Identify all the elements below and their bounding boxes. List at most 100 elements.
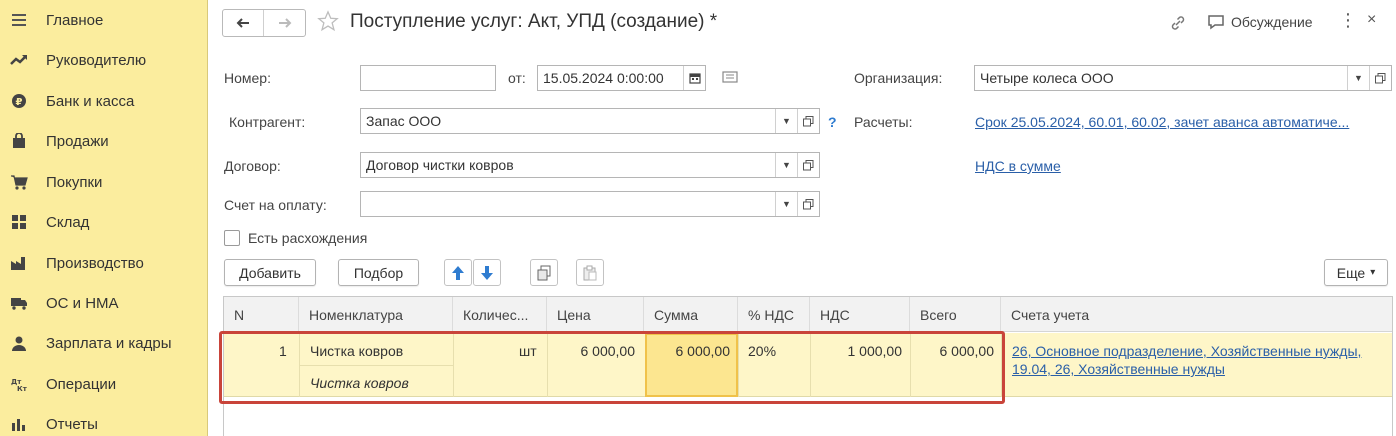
link-icon[interactable] bbox=[1169, 14, 1187, 35]
bar-chart-icon bbox=[10, 415, 28, 433]
column-header[interactable]: Счета учета bbox=[1001, 297, 1394, 332]
pick-button-label: Подбор bbox=[353, 264, 404, 281]
counterparty-field[interactable]: Запас ООО ▼ bbox=[360, 108, 820, 134]
sidebar-item-bank[interactable]: ₽ Банк и касса bbox=[0, 81, 208, 121]
copy-row-button[interactable] bbox=[530, 259, 558, 286]
sidebar-item-assets[interactable]: ОС и НМА bbox=[0, 283, 208, 323]
sidebar-item-warehouse[interactable]: Склад bbox=[0, 202, 208, 242]
arrow-left-icon bbox=[236, 18, 249, 28]
date-from-label: от: bbox=[508, 70, 526, 86]
column-header[interactable]: N bbox=[224, 297, 299, 332]
organization-field[interactable]: Четыре колеса ООО ▼ bbox=[974, 65, 1392, 91]
arrow-down-icon bbox=[481, 265, 493, 280]
calendar-icon[interactable] bbox=[683, 66, 705, 90]
sidebar-item-label: Склад bbox=[46, 213, 90, 231]
sidebar-item-label: Зарплата и кадры bbox=[46, 334, 172, 352]
move-down-button[interactable] bbox=[473, 259, 501, 286]
discrepancy-checkbox[interactable] bbox=[224, 230, 240, 246]
sidebar: Главное Руководителю ₽ Банк и касса Прод… bbox=[0, 0, 208, 436]
back-button[interactable] bbox=[223, 10, 265, 36]
highlight-frame bbox=[219, 331, 1005, 404]
paste-row-button[interactable] bbox=[576, 259, 604, 286]
sidebar-item-label: Продажи bbox=[46, 132, 109, 150]
counterparty-value: Запас ООО bbox=[366, 113, 442, 129]
dt-kt-icon: Дт Кт bbox=[10, 375, 28, 393]
more-actions-button[interactable]: Еще ▾ bbox=[1324, 259, 1388, 286]
sidebar-item-label: Отчеты bbox=[46, 415, 98, 433]
svg-text:Кт: Кт bbox=[17, 385, 28, 392]
more-menu-icon[interactable]: ⋮ bbox=[1339, 11, 1357, 29]
chevron-down-icon[interactable]: ▼ bbox=[775, 192, 797, 216]
discussion-label: Обсуждение bbox=[1231, 14, 1313, 30]
sidebar-item-production[interactable]: Производство bbox=[0, 243, 208, 283]
sidebar-item-purchases[interactable]: Покупки bbox=[0, 162, 208, 202]
open-form-icon[interactable] bbox=[797, 153, 819, 177]
comment-icon[interactable] bbox=[722, 70, 738, 87]
chat-icon bbox=[1208, 15, 1224, 30]
sidebar-item-sales[interactable]: Продажи bbox=[0, 121, 208, 161]
more-actions-label: Еще bbox=[1336, 264, 1366, 281]
help-icon[interactable]: ? bbox=[828, 114, 837, 130]
sidebar-item-operations[interactable]: Дт Кт Операции bbox=[0, 364, 208, 404]
sidebar-item-reports[interactable]: Отчеты bbox=[0, 404, 208, 436]
contract-value: Договор чистки ковров bbox=[366, 157, 514, 173]
warehouse-icon bbox=[10, 213, 28, 231]
date-field[interactable]: 15.05.2024 0:00:00 bbox=[537, 65, 706, 91]
vat-mode-link[interactable]: НДС в сумме bbox=[975, 158, 1061, 174]
arrow-right-icon bbox=[278, 18, 291, 28]
sidebar-item-label: Покупки bbox=[46, 173, 103, 191]
settlements-link[interactable]: Срок 25.05.2024, 60.01, 60.02, зачет ава… bbox=[975, 114, 1375, 130]
number-field[interactable] bbox=[360, 65, 496, 91]
column-header[interactable]: Всего bbox=[910, 297, 1001, 332]
person-icon bbox=[10, 334, 28, 352]
open-form-icon[interactable] bbox=[797, 109, 819, 133]
sidebar-item-salary[interactable]: Зарплата и кадры bbox=[0, 323, 208, 363]
column-header[interactable]: Сумма bbox=[644, 297, 738, 332]
copy-icon bbox=[537, 265, 551, 280]
sidebar-item-main[interactable]: Главное bbox=[0, 0, 208, 40]
favorite-star-icon[interactable] bbox=[317, 10, 339, 35]
invoice-label: Счет на оплату: bbox=[224, 197, 327, 213]
pick-button[interactable]: Подбор bbox=[338, 259, 419, 286]
add-button[interactable]: Добавить bbox=[224, 259, 316, 286]
column-header[interactable]: Цена bbox=[547, 297, 644, 332]
move-up-button[interactable] bbox=[444, 259, 472, 286]
column-header[interactable]: Номенклатура bbox=[299, 297, 453, 332]
cart-icon bbox=[10, 173, 28, 191]
sidebar-item-label: Банк и касса bbox=[46, 92, 135, 110]
accounts-link[interactable]: 19.04, 26, Хозяйственные нужды bbox=[1012, 361, 1225, 377]
column-header[interactable]: Количес... bbox=[453, 297, 547, 332]
truck-icon bbox=[10, 294, 28, 312]
sidebar-item-label: Руководителю bbox=[46, 51, 147, 69]
menu-icon bbox=[10, 11, 28, 29]
chevron-down-icon[interactable]: ▼ bbox=[1347, 66, 1369, 90]
add-button-label: Добавить bbox=[239, 264, 301, 281]
organization-value: Четыре колеса ООО bbox=[980, 70, 1114, 86]
arrow-up-icon bbox=[452, 265, 464, 280]
page-title: Поступление услуг: Акт, УПД (создание) * bbox=[350, 11, 718, 32]
coin-icon: ₽ bbox=[10, 92, 28, 110]
invoice-field[interactable]: ▼ bbox=[360, 191, 820, 217]
forward-button[interactable] bbox=[264, 10, 305, 36]
sidebar-item-manager[interactable]: Руководителю bbox=[0, 40, 208, 80]
chevron-down-icon[interactable]: ▼ bbox=[775, 109, 797, 133]
chevron-down-icon: ▾ bbox=[1370, 267, 1376, 278]
date-value: 15.05.2024 0:00:00 bbox=[543, 70, 664, 86]
close-icon[interactable]: × bbox=[1367, 11, 1376, 29]
sidebar-item-label: Операции bbox=[46, 375, 117, 393]
accounts-link[interactable]: 26, Основное подразделение, Хозяйственны… bbox=[1012, 343, 1361, 359]
bag-icon bbox=[10, 132, 28, 150]
discussion-button[interactable]: Обсуждение bbox=[1207, 14, 1313, 30]
contract-label: Договор: bbox=[224, 158, 281, 174]
trend-icon bbox=[10, 51, 28, 69]
contract-field[interactable]: Договор чистки ковров ▼ bbox=[360, 152, 820, 178]
open-form-icon[interactable] bbox=[1369, 66, 1391, 90]
counterparty-label: Контрагент: bbox=[229, 114, 306, 130]
factory-icon bbox=[10, 254, 28, 272]
column-header[interactable]: % НДС bbox=[738, 297, 810, 332]
number-label: Номер: bbox=[224, 70, 271, 86]
table-header: N Номенклатура Количес... Цена Сумма % Н… bbox=[224, 297, 1392, 332]
chevron-down-icon[interactable]: ▼ bbox=[775, 153, 797, 177]
column-header[interactable]: НДС bbox=[810, 297, 910, 332]
open-form-icon[interactable] bbox=[797, 192, 819, 216]
